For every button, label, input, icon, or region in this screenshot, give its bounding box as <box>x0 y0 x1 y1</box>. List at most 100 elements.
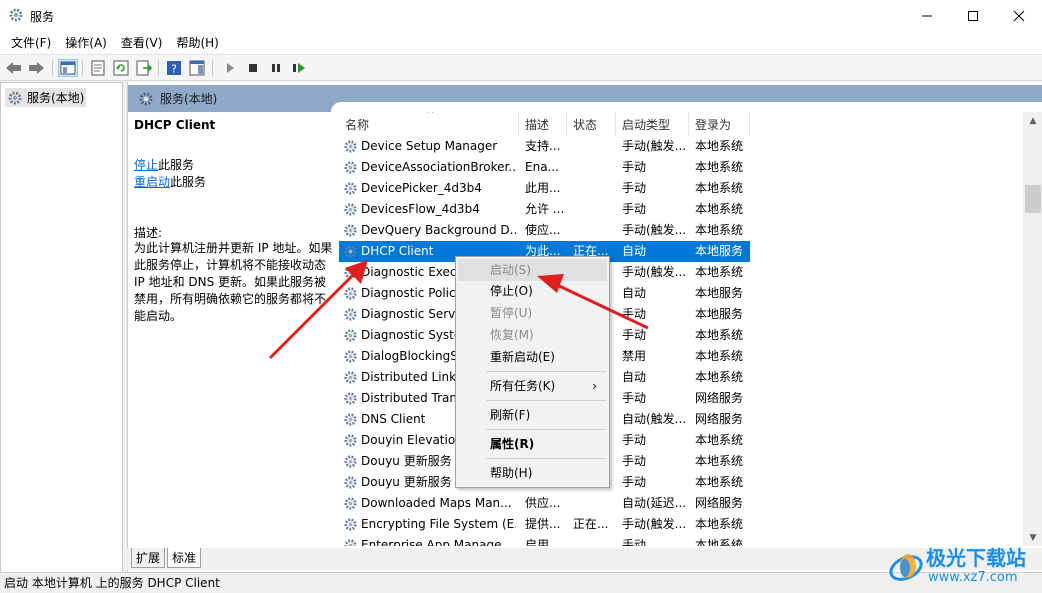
table-row[interactable]: DevicesFlow_4d3b4 允许 ... 手动 本地系统 <box>339 199 750 220</box>
cell-desc: Ena... <box>525 160 559 174</box>
watermark-logo: 极光下载站 www.xz7.com <box>886 540 1042 592</box>
help-icon: ? <box>167 61 181 76</box>
tab-extended[interactable]: 扩展 <box>131 548 166 568</box>
table-row[interactable]: Encrypting File System (E... 提供... 正在... 手动… <box>339 514 750 535</box>
cell-startup: 手动 <box>622 454 647 468</box>
cell-startup: 手动 <box>622 328 647 342</box>
service-gear-icon <box>344 140 357 153</box>
sort-ascending-icon: ^ <box>426 112 435 120</box>
column-header-startup-type[interactable]: 启动类型 <box>616 112 689 136</box>
jiguang-logo-icon <box>889 554 923 581</box>
stop-service-button[interactable] <box>243 59 263 77</box>
ctx-refresh[interactable]: 刷新(F) <box>458 404 607 426</box>
export-icon <box>136 60 152 76</box>
maximize-button[interactable] <box>950 0 996 31</box>
ctx-pause[interactable]: 暂停(U) <box>458 302 607 324</box>
minimize-button[interactable] <box>904 0 950 31</box>
cell-startup: 自动(触发... <box>622 412 687 426</box>
service-gear-icon <box>344 161 357 174</box>
watermark-text: 极光下载站 <box>926 546 1026 570</box>
console-tree-icon <box>60 61 76 75</box>
menu-file[interactable]: 文件(F) <box>4 34 58 51</box>
table-row[interactable]: Enterprise App Manage... 启用... 手动 本地系统 <box>339 535 750 546</box>
toolbar: ? <box>0 54 1042 81</box>
cell-name: DevQuery Background D... <box>361 223 516 237</box>
service-gear-icon <box>344 287 357 300</box>
ctx-properties[interactable]: 属性(R) <box>458 433 607 455</box>
start-service-button[interactable] <box>220 59 240 77</box>
ctx-resume[interactable]: 恢复(M) <box>458 324 607 346</box>
refresh-button[interactable] <box>111 59 131 77</box>
ctx-separator <box>486 429 606 430</box>
column-header-name[interactable]: 名称 ^ <box>339 112 519 136</box>
cell-logon: 本地系统 <box>695 349 744 363</box>
forward-button[interactable] <box>26 59 46 77</box>
cell-status <box>573 535 613 546</box>
scroll-up-button[interactable]: ▲ <box>1023 112 1042 129</box>
menu-action[interactable]: 操作(A) <box>58 34 114 51</box>
console-tree-button[interactable] <box>58 59 78 77</box>
ctx-separator <box>486 400 606 401</box>
restart-service-link[interactable]: 重启动 <box>134 175 170 189</box>
services-list[interactable]: 名称 ^ 描述 状态 启动类型 登录为 Device Setup Manager… <box>339 112 1023 546</box>
cell-name: Downloaded Maps Man... <box>361 496 512 510</box>
close-icon <box>1013 10 1025 21</box>
vertical-scrollbar[interactable]: ▲ ▼ <box>1023 112 1042 546</box>
table-row[interactable]: DevQuery Background D... 使应... 手动(触发... 本地系… <box>339 220 750 241</box>
cell-startup: 手动 <box>622 307 647 321</box>
ctx-start[interactable]: 启动(S) <box>458 259 607 281</box>
tree-item-services-local[interactable]: 服务(本地) <box>5 88 87 107</box>
column-header-logon-as[interactable]: 登录为 <box>689 112 750 136</box>
stop-service-link[interactable]: 停止 <box>134 158 158 172</box>
service-gear-icon <box>344 434 357 447</box>
help-button[interactable]: ? <box>164 59 184 77</box>
ctx-all-tasks[interactable]: 所有任务(K) › <box>458 375 607 397</box>
table-row[interactable]: Downloaded Maps Man... 供应... 自动(延迟... 网络服务 <box>339 493 750 514</box>
cell-startup: 自动 <box>622 370 647 384</box>
back-button[interactable] <box>4 59 24 77</box>
cell-startup: 手动(触发... <box>622 265 687 279</box>
show-hide-icon <box>189 60 205 76</box>
cell-desc: 支持... <box>525 139 561 153</box>
service-gear-icon <box>344 245 357 258</box>
tab-standard[interactable]: 标准 <box>167 548 202 568</box>
close-button[interactable] <box>996 0 1042 31</box>
pause-service-button[interactable] <box>266 59 286 77</box>
ctx-all-tasks-label: 所有任务(K) <box>490 379 556 393</box>
export-button[interactable] <box>134 59 154 77</box>
cell-logon: 本地系统 <box>695 139 744 153</box>
show-hide-button[interactable] <box>187 59 207 77</box>
service-gear-icon <box>344 203 357 216</box>
table-row[interactable]: Device Setup Manager 支持... 手动(触发... 本地系统 <box>339 136 750 157</box>
service-gear-icon <box>344 518 357 531</box>
scroll-thumb[interactable] <box>1025 185 1041 213</box>
menu-view[interactable]: 查看(V) <box>114 34 170 51</box>
services-gear-icon <box>8 91 22 104</box>
properties-button[interactable] <box>88 59 108 77</box>
service-gear-icon <box>344 497 357 510</box>
cell-name: DeviceAssociationBroker... <box>361 160 516 174</box>
column-header-status[interactable]: 状态 <box>567 112 616 136</box>
cell-logon: 本地系统 <box>695 160 744 174</box>
service-gear-icon <box>344 476 357 489</box>
minimize-icon <box>922 15 932 16</box>
column-header-label: 启动类型 <box>622 117 671 132</box>
table-row[interactable]: DevicePicker_4d3b4 此用... 手动 本地系统 <box>339 178 750 199</box>
description-text: 为此计算机注册并更新 IP 地址。如果此服务停止，计算机将不能接收动态 IP 地… <box>134 241 333 323</box>
menu-help[interactable]: 帮助(H) <box>169 34 225 51</box>
service-gear-icon <box>344 350 357 363</box>
cell-startup: 手动 <box>622 181 647 195</box>
services-gear-icon <box>9 8 23 22</box>
restart-service-button[interactable] <box>289 59 309 77</box>
ctx-stop[interactable]: 停止(O) <box>458 280 607 302</box>
stop-service-icon <box>249 64 257 72</box>
maximize-icon <box>968 10 978 21</box>
ctx-restart[interactable]: 重新启动(E) <box>458 346 607 368</box>
cell-name: DevicesFlow_4d3b4 <box>361 202 480 216</box>
ctx-help[interactable]: 帮助(H) <box>458 462 607 484</box>
cell-logon: 本地系统 <box>695 370 744 384</box>
cell-startup: 手动 <box>622 538 647 546</box>
column-header-description[interactable]: 描述 <box>519 112 567 136</box>
table-row[interactable]: DeviceAssociationBroker... Ena... 手动 本地系统 <box>339 157 750 178</box>
svg-text:?: ? <box>171 63 177 76</box>
